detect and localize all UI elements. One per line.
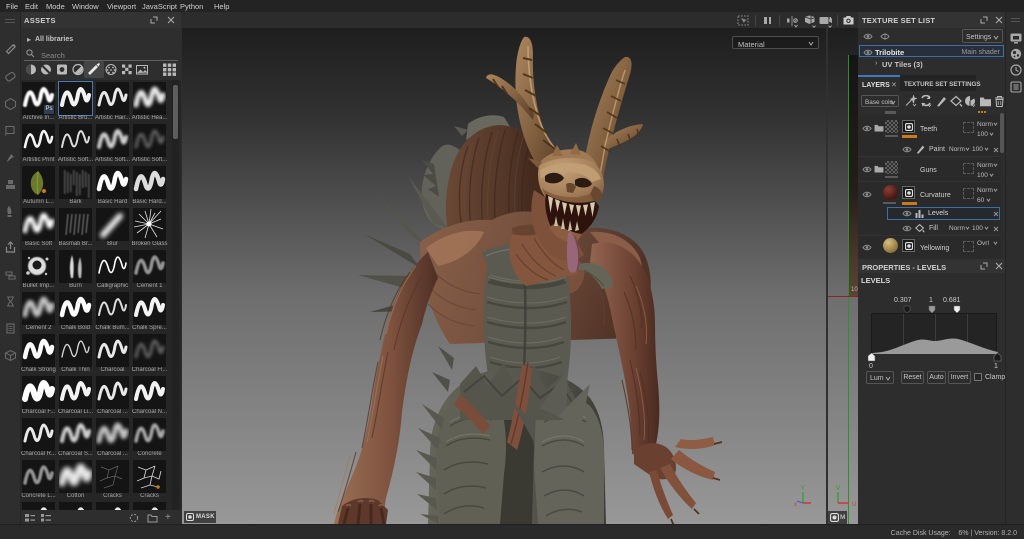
svg-text:U: U [852, 502, 856, 508]
svg-text:V: V [836, 485, 841, 492]
svg-text:Y: Y [801, 485, 806, 492]
svg-text:x: x [794, 502, 797, 508]
